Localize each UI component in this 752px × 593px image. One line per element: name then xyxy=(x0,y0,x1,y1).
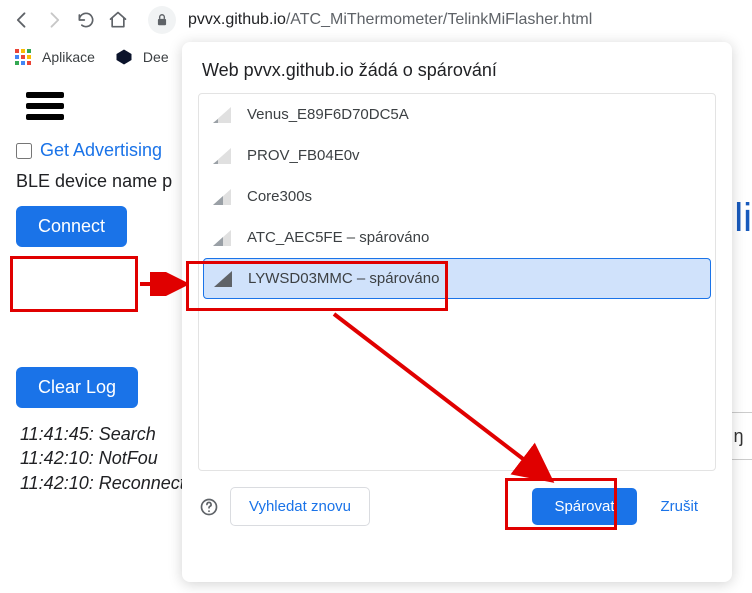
device-item-selected[interactable]: LYWSD03MMC – spárováno xyxy=(203,258,711,299)
cancel-button[interactable]: Zrušit xyxy=(647,488,713,525)
browser-toolbar: pvvx.github.io/ATC_MiThermometer/TelinkM… xyxy=(0,0,752,40)
device-item[interactable]: PROV_FB04E0v xyxy=(199,135,715,176)
pairing-dialog: Web pvvx.github.io žádá o spárování Venu… xyxy=(182,42,732,582)
rescan-button[interactable]: Vyhledat znovu xyxy=(230,487,370,526)
partial-heading: li xyxy=(734,196,752,241)
device-item[interactable]: Core300s xyxy=(199,176,715,217)
signal-icon xyxy=(213,230,231,246)
forward-icon xyxy=(44,10,64,30)
connect-button[interactable]: Connect xyxy=(16,206,127,247)
bookmark-icon[interactable] xyxy=(115,48,133,66)
device-name: PROV_FB04E0v xyxy=(247,147,360,164)
bookmark-apps[interactable]: Aplikace xyxy=(42,49,95,65)
reload-icon[interactable] xyxy=(76,10,96,30)
lock-icon[interactable] xyxy=(148,6,176,34)
clear-log-button[interactable]: Clear Log xyxy=(16,367,138,408)
device-item[interactable]: ATC_AEC5FE – spárováno xyxy=(199,217,715,258)
signal-icon xyxy=(214,271,232,287)
url-bar[interactable]: pvvx.github.io/ATC_MiThermometer/TelinkM… xyxy=(188,11,592,29)
device-name: LYWSD03MMC – spárováno xyxy=(248,270,439,287)
home-icon[interactable] xyxy=(108,10,128,30)
dialog-footer: Vyhledat znovu Spárovat Zrušit xyxy=(182,471,732,544)
get-advertising-label: Get Advertising xyxy=(40,140,162,161)
device-list: Venus_E89F6D70DC5A PROV_FB04E0v Core300s… xyxy=(198,93,716,471)
get-advertising-checkbox[interactable] xyxy=(16,143,32,159)
device-name: Core300s xyxy=(247,188,312,205)
help-icon[interactable] xyxy=(198,496,220,518)
device-item[interactable]: Venus_E89F6D70DC5A xyxy=(199,94,715,135)
dialog-title: Web pvvx.github.io žádá o spárování xyxy=(182,60,732,93)
signal-icon xyxy=(213,107,231,123)
device-name: Venus_E89F6D70DC5A xyxy=(247,106,409,123)
apps-icon[interactable] xyxy=(14,48,32,66)
url-host: pvvx.github.io xyxy=(188,11,286,29)
pair-button[interactable]: Spárovat xyxy=(532,488,636,525)
device-name: ATC_AEC5FE – spárováno xyxy=(247,229,429,246)
signal-icon xyxy=(213,189,231,205)
back-icon[interactable] xyxy=(12,10,32,30)
url-path: /ATC_MiThermometer/TelinkMiFlasher.html xyxy=(286,11,592,29)
bookmark-dee[interactable]: Dee xyxy=(143,49,169,65)
signal-icon xyxy=(213,148,231,164)
